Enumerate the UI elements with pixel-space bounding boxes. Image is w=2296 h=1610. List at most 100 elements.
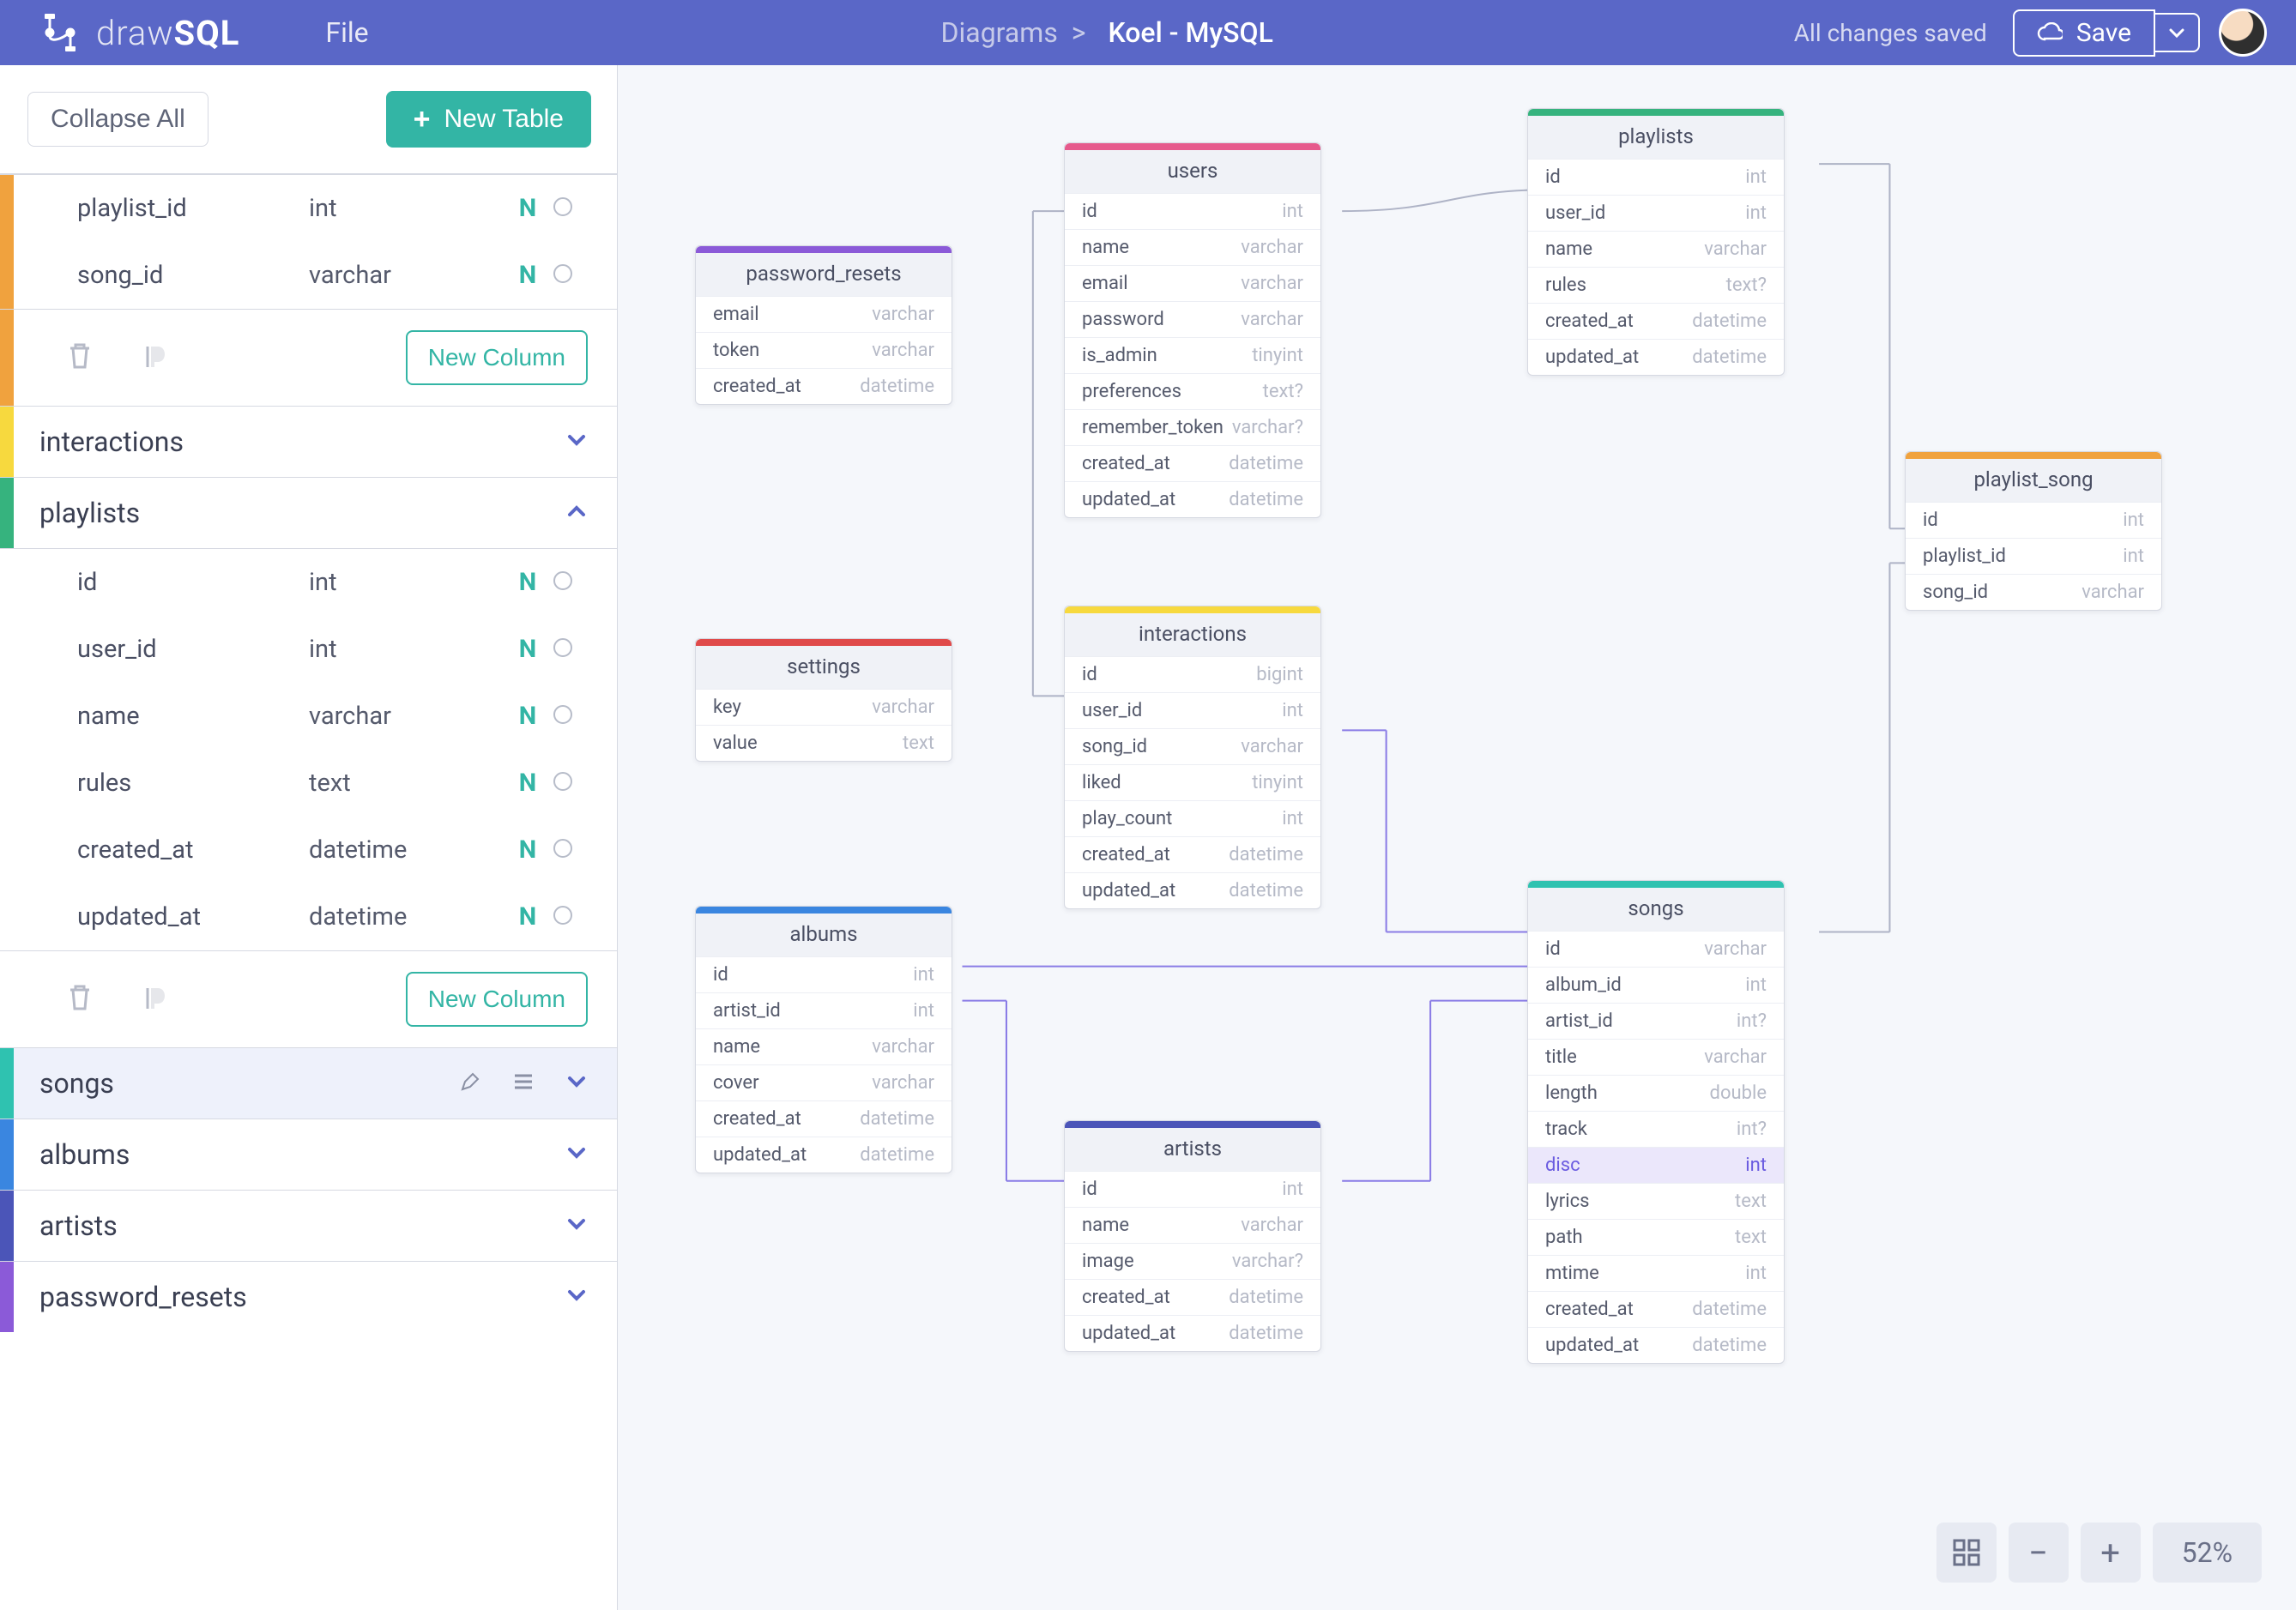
zoom-out-button[interactable]: − — [2009, 1523, 2069, 1583]
column-row[interactable]: idintN — [0, 549, 617, 616]
erd-column[interactable]: namevarchar — [1065, 229, 1320, 265]
erd-column[interactable]: covervarchar — [696, 1064, 952, 1100]
grid-view-button[interactable] — [1936, 1523, 1997, 1583]
column-row[interactable]: updated_atdatetimeN — [0, 883, 617, 950]
chevron-up-icon[interactable] — [565, 497, 588, 529]
erd-column[interactable]: playlist_idint — [1906, 538, 2161, 574]
column-row[interactable]: rulestextN — [0, 750, 617, 817]
table-header-password_resets[interactable]: password_resets — [0, 1262, 617, 1332]
erd-column[interactable]: lyricstext — [1528, 1183, 1784, 1219]
erd-column[interactable]: idint — [696, 956, 952, 992]
save-dropdown[interactable] — [2155, 13, 2200, 52]
new-column-button[interactable]: New Column — [406, 330, 588, 385]
erd-column[interactable]: artist_idint — [696, 992, 952, 1028]
erd-column[interactable]: imagevarchar? — [1065, 1243, 1320, 1279]
erd-column[interactable]: discint — [1528, 1147, 1784, 1183]
erd-column[interactable]: idvarchar — [1528, 931, 1784, 967]
erd-table-settings[interactable]: settingskeyvarcharvaluetext — [695, 638, 952, 762]
zoom-percent[interactable]: 52% — [2153, 1523, 2262, 1583]
erd-column[interactable]: namevarchar — [1528, 231, 1784, 267]
erd-column[interactable]: idint — [1065, 1171, 1320, 1207]
erd-column[interactable]: updated_atdatetime — [1065, 872, 1320, 908]
erd-table-users[interactable]: usersidintnamevarcharemailvarcharpasswor… — [1064, 142, 1321, 518]
erd-column[interactable]: updated_atdatetime — [696, 1137, 952, 1173]
chevron-down-icon[interactable] — [565, 1209, 588, 1242]
erd-column[interactable]: namevarchar — [696, 1028, 952, 1064]
erd-column[interactable]: likedtinyint — [1065, 764, 1320, 800]
erd-column[interactable]: song_idvarchar — [1065, 728, 1320, 764]
palette-icon[interactable] — [142, 341, 172, 374]
erd-column[interactable]: created_atdatetime — [1065, 1279, 1320, 1315]
erd-column[interactable]: valuetext — [696, 725, 952, 761]
list-icon[interactable] — [512, 1067, 535, 1100]
trash-icon[interactable] — [67, 341, 93, 374]
erd-column[interactable]: updated_atdatetime — [1528, 1327, 1784, 1363]
avatar[interactable] — [2219, 9, 2267, 57]
column-row[interactable]: namevarcharN — [0, 683, 617, 750]
crumb-root[interactable]: Diagrams — [941, 16, 1058, 49]
collapse-all-button[interactable]: Collapse All — [27, 92, 208, 147]
erd-table-albums[interactable]: albumsidintartist_idintnamevarcharcoverv… — [695, 906, 952, 1173]
erd-table-password_resets[interactable]: password_resetsemailvarchartokenvarcharc… — [695, 245, 952, 405]
erd-column[interactable]: updated_atdatetime — [1528, 339, 1784, 375]
erd-column[interactable]: user_idint — [1065, 692, 1320, 728]
erd-column[interactable]: idbigint — [1065, 656, 1320, 692]
erd-column[interactable]: preferencestext? — [1065, 373, 1320, 409]
erd-table-artists[interactable]: artistsidintnamevarcharimagevarchar?crea… — [1064, 1120, 1321, 1352]
chevron-down-icon[interactable] — [565, 425, 588, 458]
new-table-button[interactable]: +New Table — [386, 91, 591, 148]
column-row[interactable]: user_idintN — [0, 616, 617, 683]
erd-column[interactable]: created_atdatetime — [696, 368, 952, 404]
erd-table-songs[interactable]: songsidvarcharalbum_idintartist_idint?ti… — [1527, 880, 1785, 1364]
trash-icon[interactable] — [67, 983, 93, 1016]
erd-column[interactable]: namevarchar — [1065, 1207, 1320, 1243]
erd-column[interactable]: created_atdatetime — [696, 1100, 952, 1137]
erd-column[interactable]: idint — [1906, 502, 2161, 538]
table-header-playlists[interactable]: playlists — [0, 478, 617, 548]
column-row[interactable]: song_idvarcharN — [0, 242, 617, 309]
erd-column[interactable]: trackint? — [1528, 1111, 1784, 1147]
erd-column[interactable]: user_idint — [1528, 195, 1784, 231]
erd-column[interactable]: remember_tokenvarchar? — [1065, 409, 1320, 445]
brand[interactable]: drawSQL — [0, 13, 274, 53]
erd-column[interactable]: mtimeint — [1528, 1255, 1784, 1291]
erd-column[interactable]: is_admintinyint — [1065, 337, 1320, 373]
erd-column[interactable]: album_idint — [1528, 967, 1784, 1003]
erd-table-interactions[interactable]: interactionsidbigintuser_idintsong_idvar… — [1064, 606, 1321, 909]
erd-column[interactable]: emailvarchar — [1065, 265, 1320, 301]
erd-column[interactable]: tokenvarchar — [696, 332, 952, 368]
erd-column[interactable]: song_idvarchar — [1906, 574, 2161, 610]
column-row[interactable]: playlist_idintN — [0, 175, 617, 242]
erd-column[interactable]: lengthdouble — [1528, 1075, 1784, 1111]
erd-column[interactable]: emailvarchar — [696, 296, 952, 332]
file-menu[interactable]: File — [274, 16, 420, 49]
new-column-button[interactable]: New Column — [406, 972, 588, 1027]
erd-column[interactable]: idint — [1528, 159, 1784, 195]
erd-column[interactable]: rulestext? — [1528, 267, 1784, 303]
erd-column[interactable]: created_atdatetime — [1065, 445, 1320, 481]
erd-column[interactable]: updated_atdatetime — [1065, 481, 1320, 517]
canvas[interactable]: password_resetsemailvarchartokenvarcharc… — [618, 65, 2296, 1610]
crumb-diagram[interactable]: Koel - MySQL — [1108, 16, 1272, 49]
erd-column[interactable]: artist_idint? — [1528, 1003, 1784, 1039]
table-header-songs[interactable]: songs — [0, 1048, 617, 1119]
erd-column[interactable]: updated_atdatetime — [1065, 1315, 1320, 1351]
erd-column[interactable]: keyvarchar — [696, 689, 952, 725]
table-header-artists[interactable]: artists — [0, 1191, 617, 1261]
erd-table-playlist_song[interactable]: playlist_songidintplaylist_idintsong_idv… — [1905, 451, 2162, 611]
erd-column[interactable]: created_atdatetime — [1065, 836, 1320, 872]
chevron-down-icon[interactable] — [565, 1067, 588, 1100]
edit-icon[interactable] — [459, 1067, 481, 1100]
erd-column[interactable]: created_atdatetime — [1528, 1291, 1784, 1327]
erd-column[interactable]: created_atdatetime — [1528, 303, 1784, 339]
chevron-down-icon[interactable] — [565, 1281, 588, 1313]
erd-column[interactable]: play_countint — [1065, 800, 1320, 836]
palette-icon[interactable] — [142, 983, 172, 1016]
table-header-albums[interactable]: albums — [0, 1119, 617, 1190]
table-header-interactions[interactable]: interactions — [0, 407, 617, 477]
column-row[interactable]: created_atdatetimeN — [0, 817, 617, 883]
erd-column[interactable]: idint — [1065, 193, 1320, 229]
erd-column[interactable]: pathtext — [1528, 1219, 1784, 1255]
zoom-in-button[interactable]: + — [2081, 1523, 2141, 1583]
erd-column[interactable]: titlevarchar — [1528, 1039, 1784, 1075]
